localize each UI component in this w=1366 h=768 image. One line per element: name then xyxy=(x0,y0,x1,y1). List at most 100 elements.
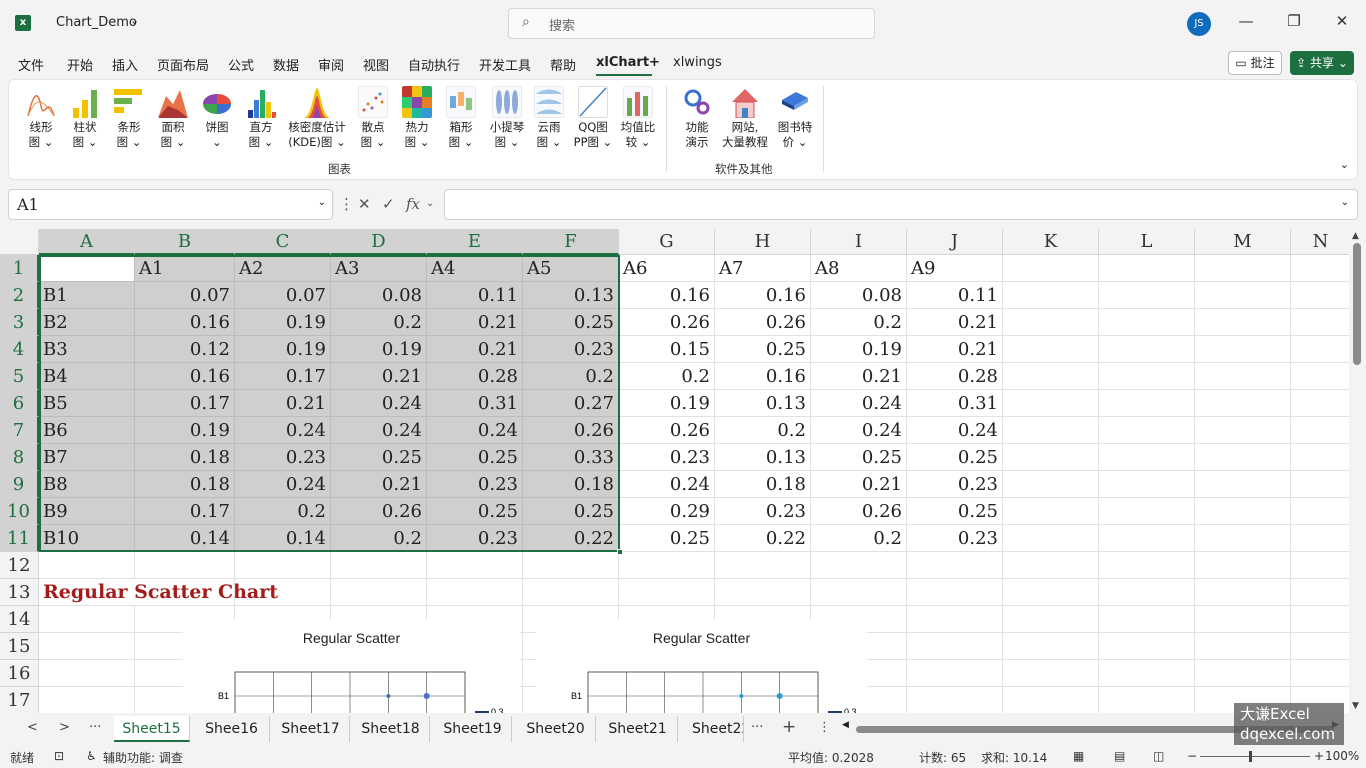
cell-b7[interactable]: 0.19 xyxy=(135,417,235,444)
macro-record-icon[interactable]: ⊡ xyxy=(54,749,64,763)
accessibility-status[interactable]: 辅助功能: 调查 xyxy=(103,749,183,766)
cell-h5[interactable]: 0.16 xyxy=(715,363,811,390)
cell-h8[interactable]: 0.13 xyxy=(715,444,811,471)
more-sheets-icon[interactable]: ··· xyxy=(751,720,763,735)
cell-j9[interactable]: 0.23 xyxy=(907,471,1003,498)
cell-n4[interactable] xyxy=(1291,336,1349,363)
cell-d3[interactable]: 0.2 xyxy=(331,309,427,336)
cell-f4[interactable]: 0.23 xyxy=(523,336,619,363)
column-header-i[interactable]: I xyxy=(811,229,907,255)
cell-n2[interactable] xyxy=(1291,282,1349,309)
menu-data[interactable]: 数据 xyxy=(273,55,299,74)
column-header-b[interactable]: B xyxy=(135,229,235,255)
normal-view-icon[interactable]: ▦ xyxy=(1073,749,1084,763)
cell-j11[interactable]: 0.23 xyxy=(907,525,1003,552)
fill-handle[interactable] xyxy=(617,549,623,555)
cell-e3[interactable]: 0.21 xyxy=(427,309,523,336)
cell-l7[interactable] xyxy=(1099,417,1195,444)
cell-l10[interactable] xyxy=(1099,498,1195,525)
cell-g13[interactable] xyxy=(619,579,715,606)
cell-a14[interactable] xyxy=(39,606,135,633)
cell-e7[interactable]: 0.24 xyxy=(427,417,523,444)
sheet-tab-sheet21[interactable]: Sheet21 xyxy=(598,716,678,742)
cell-i4[interactable]: 0.19 xyxy=(811,336,907,363)
enter-icon[interactable]: ✓ xyxy=(382,195,395,213)
menu-automate[interactable]: 自动执行 xyxy=(408,55,460,74)
cell-k12[interactable] xyxy=(1003,552,1099,579)
vertical-scrollbar[interactable]: ▲ ▼ xyxy=(1349,229,1366,713)
zoom-in-icon[interactable]: + xyxy=(1314,749,1324,763)
select-all-corner[interactable] xyxy=(0,229,39,255)
close-button[interactable]: ✕ xyxy=(1332,12,1352,30)
cell-m8[interactable] xyxy=(1195,444,1291,471)
cell-j2[interactable]: 0.11 xyxy=(907,282,1003,309)
cell-h11[interactable]: 0.22 xyxy=(715,525,811,552)
cell-c1[interactable]: A2 xyxy=(235,255,331,282)
cell-a8[interactable]: B7 xyxy=(39,444,135,471)
cell-e12[interactable] xyxy=(427,552,523,579)
cell-m13[interactable] xyxy=(1195,579,1291,606)
cell-e6[interactable]: 0.31 xyxy=(427,390,523,417)
column-header-d[interactable]: D xyxy=(331,229,427,255)
cell-g1[interactable]: A6 xyxy=(619,255,715,282)
expand-formula-icon[interactable]: ⌄ xyxy=(1341,197,1349,208)
cell-a1[interactable] xyxy=(39,255,135,282)
cell-n7[interactable] xyxy=(1291,417,1349,444)
cell-k14[interactable] xyxy=(1003,606,1099,633)
cell-l14[interactable] xyxy=(1099,606,1195,633)
cell-b5[interactable]: 0.16 xyxy=(135,363,235,390)
column-header-l[interactable]: L xyxy=(1099,229,1195,255)
cell-h2[interactable]: 0.16 xyxy=(715,282,811,309)
cell-n14[interactable] xyxy=(1291,606,1349,633)
cell-h7[interactable]: 0.2 xyxy=(715,417,811,444)
cell-l3[interactable] xyxy=(1099,309,1195,336)
cell-f2[interactable]: 0.13 xyxy=(523,282,619,309)
cell-m9[interactable] xyxy=(1195,471,1291,498)
cell-b11[interactable]: 0.14 xyxy=(135,525,235,552)
cell-c8[interactable]: 0.23 xyxy=(235,444,331,471)
insert-function-button[interactable]: fx xyxy=(406,195,420,213)
cell-b9[interactable]: 0.18 xyxy=(135,471,235,498)
cell-a12[interactable] xyxy=(39,552,135,579)
cell-k16[interactable] xyxy=(1003,660,1099,687)
cell-k6[interactable] xyxy=(1003,390,1099,417)
column-header-j[interactable]: J xyxy=(907,229,1003,255)
cell-m2[interactable] xyxy=(1195,282,1291,309)
cell-g8[interactable]: 0.23 xyxy=(619,444,715,471)
cell-k2[interactable] xyxy=(1003,282,1099,309)
kde-chart-button[interactable]: 核密度估计 (KDE)图 ⌄ xyxy=(285,86,349,150)
cell-n9[interactable] xyxy=(1291,471,1349,498)
collapse-ribbon-icon[interactable]: ⌄ xyxy=(1340,158,1349,171)
cell-d8[interactable]: 0.25 xyxy=(331,444,427,471)
cell-d5[interactable]: 0.21 xyxy=(331,363,427,390)
row-header-3[interactable]: 3 xyxy=(0,309,39,336)
cell-e2[interactable]: 0.11 xyxy=(427,282,523,309)
cell-i7[interactable]: 0.24 xyxy=(811,417,907,444)
cell-h6[interactable]: 0.13 xyxy=(715,390,811,417)
cell-k4[interactable] xyxy=(1003,336,1099,363)
cell-m11[interactable] xyxy=(1195,525,1291,552)
cell-i3[interactable]: 0.2 xyxy=(811,309,907,336)
cell-j8[interactable]: 0.25 xyxy=(907,444,1003,471)
cell-k10[interactable] xyxy=(1003,498,1099,525)
name-box[interactable]: A1 ⌄ xyxy=(8,189,333,220)
raincloud-plot-button[interactable]: 云雨图 ⌄ xyxy=(531,86,567,150)
area-chart-button[interactable]: 面积图 ⌄ xyxy=(155,86,191,150)
scroll-down-icon[interactable]: ▼ xyxy=(1352,701,1359,711)
menu-page-layout[interactable]: 页面布局 xyxy=(157,55,209,74)
cell-e10[interactable]: 0.25 xyxy=(427,498,523,525)
mean-comparison-button[interactable]: 均值比较 ⌄ xyxy=(617,86,659,150)
cell-j1[interactable]: A9 xyxy=(907,255,1003,282)
row-header-2[interactable]: 2 xyxy=(0,282,39,309)
cell-a3[interactable]: B2 xyxy=(39,309,135,336)
cell-a6[interactable]: B5 xyxy=(39,390,135,417)
cell-d10[interactable]: 0.26 xyxy=(331,498,427,525)
more-icon[interactable]: ⋮ xyxy=(339,195,354,213)
horizontal-bar-chart-button[interactable]: 条形图 ⌄ xyxy=(111,86,147,150)
row-header-1[interactable]: 1 xyxy=(0,255,39,282)
cell-d7[interactable]: 0.24 xyxy=(331,417,427,444)
cell-j16[interactable] xyxy=(907,660,1003,687)
row-header-14[interactable]: 14 xyxy=(0,606,39,633)
cell-k15[interactable] xyxy=(1003,633,1099,660)
cell-l5[interactable] xyxy=(1099,363,1195,390)
